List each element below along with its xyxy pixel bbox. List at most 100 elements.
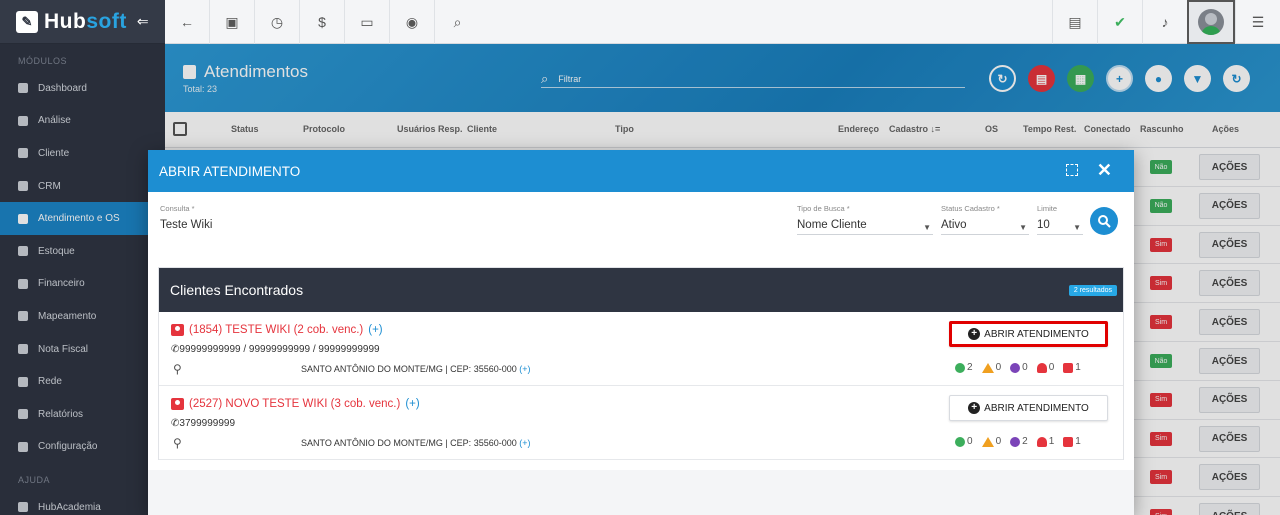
bell-icon[interactable]: ♪: [1142, 0, 1187, 44]
dropdown-caret-icon: ▼: [1073, 223, 1081, 232]
column-header[interactable]: Conectado: [1084, 124, 1131, 134]
check-circle-icon: [955, 436, 965, 447]
pdf-export-icon[interactable]: ▤: [1028, 65, 1055, 92]
tipo-busca-select[interactable]: Tipo de Busca * Nome Cliente ▼: [797, 204, 933, 235]
column-header[interactable]: Status: [231, 124, 259, 134]
eye-icon[interactable]: ◉: [390, 0, 435, 44]
actions-button[interactable]: AÇÕES: [1199, 309, 1260, 336]
client-stats: 2 0 0 0 1: [955, 362, 1081, 373]
help-circle-icon: [1010, 362, 1021, 373]
search-form: Consulta * Teste Wiki Tipo de Busca * No…: [148, 204, 1134, 240]
sidebar-item[interactable]: Atendimento e OS: [0, 202, 165, 235]
sidebar-item[interactable]: CRM: [0, 170, 165, 203]
column-header[interactable]: Cadastro ↓=: [889, 124, 940, 134]
warning-icon: [981, 436, 994, 447]
sidebar-item-label: Configuração: [38, 441, 98, 453]
stat-help: 0: [1010, 362, 1028, 373]
client-icon: [18, 148, 28, 159]
dashboard-icon: [18, 83, 28, 94]
actions-button[interactable]: AÇÕES: [1199, 425, 1260, 452]
column-header[interactable]: Usuários Resp.: [397, 124, 463, 134]
logo-bar: ✎ Hubsoft ⇐: [0, 0, 165, 44]
expand-link[interactable]: (+): [405, 398, 419, 410]
actions-button[interactable]: AÇÕES: [1199, 386, 1260, 413]
client-name[interactable]: (2527) NOVO TESTE WIKI (3 cob. venc.) (+): [171, 398, 420, 410]
sidebar-item[interactable]: Relatórios: [0, 398, 165, 431]
actions-button[interactable]: AÇÕES: [1199, 503, 1260, 515]
column-header[interactable]: Protocolo: [303, 124, 345, 134]
column-header[interactable]: Tipo: [615, 124, 634, 134]
plus-icon[interactable]: +: [1106, 65, 1133, 92]
list-icon[interactable]: ☰: [1235, 0, 1280, 44]
sidebar-item[interactable]: Configuração: [0, 431, 165, 464]
section-modulos: MÓDULOS: [18, 56, 68, 66]
pdf-icon[interactable]: ▤: [1052, 0, 1097, 44]
sidebar-item[interactable]: Mapeamento: [0, 300, 165, 333]
column-header[interactable]: Ações: [1212, 124, 1239, 134]
contact-card-icon[interactable]: ▣: [210, 0, 255, 44]
column-header[interactable]: Endereço: [838, 124, 879, 134]
terminal-icon[interactable]: ▭: [345, 0, 390, 44]
column-header[interactable]: Cliente: [467, 124, 497, 134]
user-avatar[interactable]: [1187, 0, 1235, 44]
sidebar-item[interactable]: Cliente: [0, 137, 165, 170]
reports-icon: [18, 409, 28, 420]
stat-warning: 0: [981, 362, 1001, 373]
sidebar-item-label: Análise: [38, 115, 71, 127]
status-cadastro-select[interactable]: Status Cadastro * Ativo ▼: [941, 204, 1029, 235]
gear-icon: [18, 441, 28, 452]
expand-link[interactable]: (+): [368, 324, 382, 336]
collapse-sidebar-icon[interactable]: ⇐: [137, 13, 149, 30]
page-header: Atendimentos Total: 23 ⌕ Filtrar ↻ ▤ ▦ + …: [165, 44, 1280, 112]
rascunho-badge: Sim: [1150, 431, 1172, 446]
column-header[interactable]: Tempo Rest.: [1023, 124, 1076, 134]
excel-export-icon[interactable]: ▦: [1067, 65, 1094, 92]
sidebar-item[interactable]: Dashboard: [0, 72, 165, 105]
calendar-clock-icon[interactable]: ◷: [255, 0, 300, 44]
sidebar-item[interactable]: Nota Fiscal: [0, 333, 165, 366]
user-alert-icon: [1036, 436, 1047, 447]
actions-button[interactable]: AÇÕES: [1199, 154, 1260, 180]
check-circle-icon: [955, 362, 965, 373]
stat-user: 0: [1036, 362, 1054, 373]
address-more-link[interactable]: (+): [519, 364, 530, 374]
open-ticket-button[interactable]: + ABRIR ATENDIMENTO: [949, 395, 1108, 421]
reload-icon[interactable]: ↻: [1223, 65, 1250, 92]
results-panel: Clientes Encontrados 2 resultados (1854)…: [158, 267, 1124, 460]
filter-icon[interactable]: ▼: [1184, 65, 1211, 92]
column-header[interactable]: OS: [985, 124, 998, 134]
sidebar-item[interactable]: Análise: [0, 105, 165, 138]
column-header[interactable]: Rascunho: [1140, 124, 1184, 134]
sidebar-item[interactable]: HubAcademia: [0, 491, 165, 515]
sidebar-item[interactable]: Estoque: [0, 235, 165, 268]
actions-button[interactable]: AÇÕES: [1199, 192, 1260, 219]
consulta-field[interactable]: Consulta * Teste Wiki: [160, 204, 780, 235]
sidebar: ✎ Hubsoft ⇐ MÓDULOS Dashboard Análise Clie…: [0, 0, 165, 515]
sidebar-item[interactable]: Rede: [0, 365, 165, 398]
actions-button[interactable]: AÇÕES: [1199, 464, 1260, 491]
limite-select[interactable]: Limite 10 ▼: [1037, 204, 1083, 235]
sidebar-item[interactable]: Financeiro: [0, 268, 165, 301]
dollar-icon[interactable]: $: [300, 0, 345, 44]
filter-input[interactable]: ⌕ Filtrar: [541, 71, 965, 88]
client-name[interactable]: (1854) TESTE WIKI (2 cob. venc.) (+): [171, 324, 383, 336]
close-icon[interactable]: ✕: [1097, 160, 1112, 181]
document-icon: [183, 65, 196, 79]
back-arrow-icon[interactable]: ←: [165, 0, 210, 44]
search-icon[interactable]: ⌕: [435, 0, 480, 44]
modal-title: ABRIR ATENDIMENTO: [159, 163, 301, 179]
open-ticket-button[interactable]: + ABRIR ATENDIMENTO: [949, 321, 1108, 347]
table-header: Status Protocolo Usuários Resp. Cliente …: [165, 112, 1280, 148]
address-more-link[interactable]: (+): [519, 438, 530, 448]
actions-button[interactable]: AÇÕES: [1199, 270, 1260, 297]
refresh-icon[interactable]: ↻: [989, 65, 1016, 92]
search-button[interactable]: [1090, 207, 1118, 235]
select-all-checkbox[interactable]: [173, 122, 187, 136]
actions-button[interactable]: AÇÕES: [1199, 348, 1260, 374]
finance-icon: [18, 278, 28, 289]
user-icon[interactable]: ●: [1145, 65, 1172, 92]
search-icon: ⌕: [541, 71, 549, 86]
chat-check-icon[interactable]: ✔: [1097, 0, 1142, 44]
actions-button[interactable]: AÇÕES: [1199, 231, 1260, 258]
expand-icon[interactable]: [1066, 164, 1078, 176]
